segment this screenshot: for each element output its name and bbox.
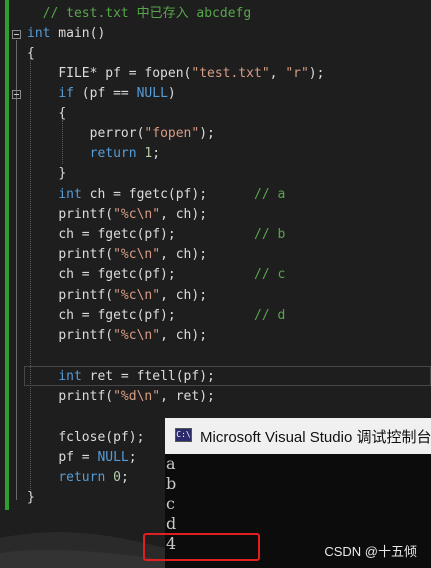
- code-line-7: perror("fopen");: [89, 126, 215, 141]
- code-line-15: printf("%c\n", ch);: [58, 288, 208, 303]
- code-line-22: return 0;: [58, 470, 129, 485]
- csdn-watermark: CSDN @十五倾: [324, 544, 417, 559]
- code-line-17: printf("%c\n", ch);: [58, 328, 208, 343]
- code-line-20: fclose(pf);: [58, 430, 145, 445]
- code-line-11: printf("%c\n", ch);: [58, 207, 208, 222]
- console-output-line: c: [166, 494, 175, 513]
- code-line-1: // test.txt 中已存入 abcdefg: [42, 6, 252, 21]
- collapse-main-icon[interactable]: [12, 30, 21, 39]
- code-line-2: int main(): [27, 26, 106, 41]
- change-indicator-bar: [5, 0, 9, 510]
- code-line-10: int ch = fgetc(pf); // a: [58, 187, 286, 202]
- code-line-19: printf("%d\n", ret);: [58, 389, 215, 404]
- code-line-12: ch = fgetc(pf); // b: [58, 227, 286, 242]
- code-line-9: }: [58, 166, 67, 181]
- code-line-23: }: [27, 490, 35, 505]
- console-title-bar[interactable]: C:\ Microsoft Visual Studio 调试控制台: [165, 418, 431, 454]
- console-app-icon: C:\: [175, 428, 192, 442]
- code-line-3: {: [27, 46, 35, 61]
- console-output-line: b: [166, 474, 177, 493]
- highlight-annotation-box: [143, 533, 260, 561]
- code-line-16: ch = fgetc(pf); // d: [58, 308, 286, 323]
- console-title: Microsoft Visual Studio 调试控制台: [200, 429, 431, 446]
- code-line-8: return 1;: [89, 146, 161, 161]
- code-line-6: {: [58, 106, 67, 121]
- code-line-18[interactable]: int ret = ftell(pf);: [27, 367, 215, 387]
- code-line-21: pf = NULL;: [58, 450, 137, 465]
- fold-guide-line: [16, 40, 17, 500]
- collapse-if-icon[interactable]: [12, 90, 21, 99]
- code-line-4: FILE* pf = fopen("test.txt", "r");: [58, 66, 325, 81]
- code-line-5: if (pf == NULL): [58, 86, 176, 101]
- code-line-13: printf("%c\n", ch);: [58, 247, 208, 262]
- console-output-line: a: [166, 454, 176, 473]
- console-output-line: d: [166, 514, 177, 533]
- code-line-14: ch = fgetc(pf); // c: [58, 267, 286, 282]
